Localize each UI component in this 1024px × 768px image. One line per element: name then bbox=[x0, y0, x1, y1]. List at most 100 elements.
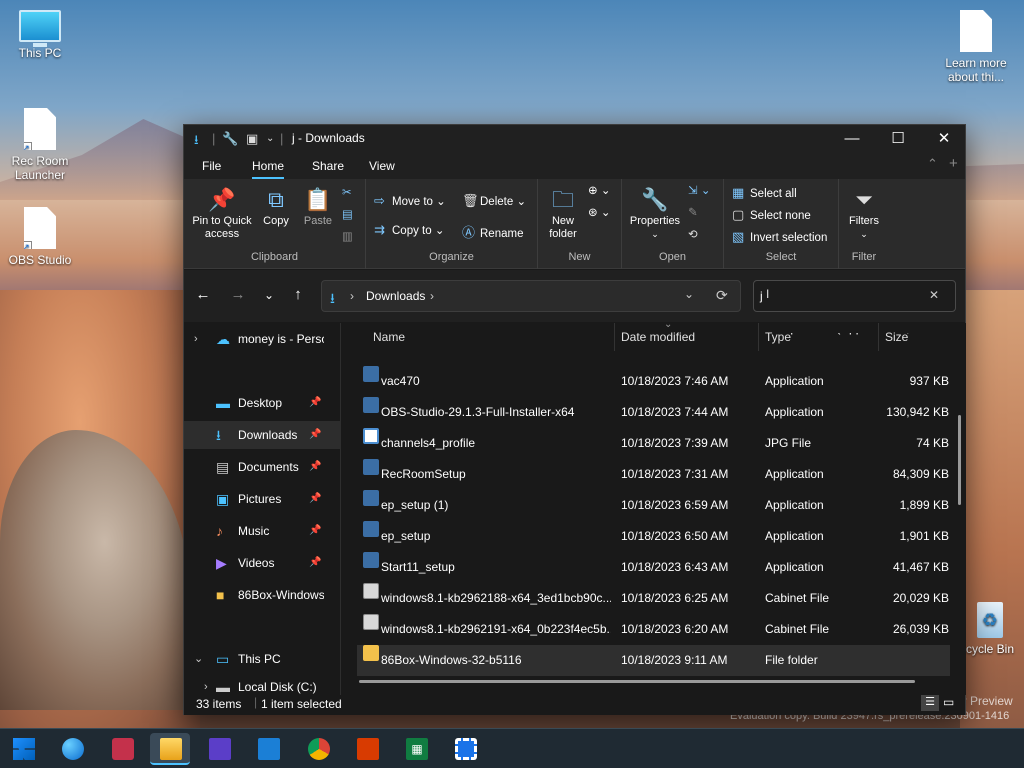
chevron-down-icon[interactable]: ⌄ bbox=[266, 133, 274, 144]
pin-to-quick-access-button[interactable]: 📌 Pin to Quick access bbox=[188, 185, 256, 241]
chevron-down-icon[interactable]: ⌄ bbox=[684, 287, 694, 301]
taskbar-edge-preview[interactable] bbox=[52, 733, 92, 765]
file-row[interactable]: windows8.1-kb2962191-x64_0b223f4ec5b... 1… bbox=[357, 614, 950, 645]
properties-label: Properties bbox=[629, 215, 681, 227]
taskbar-app-news[interactable] bbox=[102, 733, 142, 765]
edit-icon[interactable]: ✎ bbox=[688, 205, 698, 219]
history-icon[interactable]: ⟲ bbox=[688, 227, 698, 241]
horizontal-scrollbar[interactable] bbox=[359, 680, 915, 683]
tab-share[interactable]: Share bbox=[312, 159, 344, 173]
navigation-pane: › ☁ money is - Perso ▬ Desktop 📌 ⭳ Downl… bbox=[184, 323, 341, 695]
file-row[interactable]: ep_setup 10/18/2023 6:50 AM Application 1,9… bbox=[357, 521, 950, 552]
taskbar-snipping-tool[interactable] bbox=[445, 733, 485, 765]
easy-access-icon[interactable]: ⊛ ⌄ bbox=[588, 205, 610, 219]
sidebar-item-desktop[interactable]: ▬ Desktop 📌 bbox=[184, 389, 340, 417]
file-row[interactable]: ep_setup (1) 10/18/2023 6:59 AM Applicatio… bbox=[357, 490, 950, 521]
file-row[interactable]: OBS-Studio-29.1.3-Full-Installer-x64 10/1… bbox=[357, 397, 950, 428]
address-bar[interactable]: ⭳ › Downloads › ⌄ ⟳ bbox=[321, 280, 741, 312]
details-view-icon[interactable]: ☰ bbox=[921, 695, 939, 711]
cut-icon[interactable]: ✂ bbox=[342, 185, 352, 199]
chevron-down-icon[interactable]: ⌄ bbox=[194, 645, 203, 673]
copy-path-icon[interactable]: ▤ bbox=[342, 207, 353, 221]
taskbar-app-office[interactable] bbox=[347, 733, 387, 765]
desktop-icon-this-pc[interactable]: This PC bbox=[2, 10, 78, 60]
desktop-icon-learn-more[interactable]: Learn more about thi... bbox=[936, 10, 1016, 84]
tab-home[interactable]: Home bbox=[252, 159, 285, 179]
application-icon bbox=[363, 366, 379, 382]
taskbar-file-explorer[interactable] bbox=[150, 733, 190, 765]
pin-icon[interactable]: 📌 bbox=[309, 389, 321, 417]
tab-view[interactable]: View bbox=[369, 159, 395, 173]
taskbar-calculator[interactable]: ▦ bbox=[396, 733, 436, 765]
sidebar-item-label: money is - Perso bbox=[238, 332, 324, 346]
new-folder-quick-icon[interactable]: ▣ bbox=[246, 131, 258, 147]
file-row[interactable]: RecRoomSetup 10/18/2023 7:31 AM Applicatio… bbox=[357, 459, 950, 490]
desktop-icon-obs-studio[interactable]: ↗ OBS Studio bbox=[2, 207, 78, 267]
desktop-icon-recycle-bin[interactable]: ♻ cycle Bin bbox=[958, 602, 1022, 656]
breadcrumb-separator-icon[interactable]: › bbox=[430, 289, 434, 303]
sidebar-item-documents[interactable]: ▤ Documents 📌 bbox=[184, 453, 340, 481]
forward-button[interactable]: → bbox=[227, 286, 249, 303]
tab-file[interactable]: File bbox=[202, 159, 221, 173]
file-row[interactable]: vac470 10/18/2023 7:46 AM Application 937 K… bbox=[357, 366, 950, 397]
close-button[interactable]: ✕ bbox=[921, 125, 967, 153]
select-all-button[interactable]: ▦ Select all bbox=[732, 185, 797, 201]
copy-button[interactable]: ⧉ Copy bbox=[258, 185, 294, 228]
search-input[interactable]: j I ✕ bbox=[753, 280, 956, 312]
taskbar-app-store[interactable] bbox=[248, 733, 288, 765]
vertical-scrollbar[interactable] bbox=[958, 415, 961, 505]
refresh-icon[interactable]: ⟳ bbox=[716, 287, 728, 304]
file-row[interactable]: windows8.1-kb2962188-x64_3ed1bcb90c... 10… bbox=[357, 583, 950, 614]
back-button[interactable]: ← bbox=[192, 286, 214, 303]
open-group-label: Open bbox=[659, 251, 686, 263]
plus-icon[interactable]: + bbox=[949, 155, 958, 172]
delete-button[interactable]: 🗑Delete ⌄ bbox=[462, 193, 526, 209]
sidebar-item-local-disk[interactable]: › ▬ Local Disk (C:) bbox=[184, 673, 340, 695]
pin-icon[interactable]: 📌 bbox=[309, 485, 321, 513]
maximize-button[interactable]: ☐ bbox=[875, 125, 921, 153]
chevron-right-icon[interactable]: › bbox=[204, 673, 208, 695]
open-icon[interactable]: ⇲ ⌄ bbox=[688, 183, 710, 197]
new-folder-icon: 🗀 bbox=[551, 187, 574, 212]
paste-button[interactable]: 📋 Paste bbox=[300, 185, 336, 228]
file-date: 10/18/2023 6:50 AM bbox=[621, 529, 729, 543]
pin-icon[interactable]: 📌 bbox=[309, 421, 321, 449]
sidebar-item-onedrive[interactable]: › ☁ money is - Perso bbox=[184, 325, 340, 353]
sidebar-item-videos[interactable]: ▶ Videos 📌 bbox=[184, 549, 340, 577]
chevron-right-icon[interactable]: › bbox=[194, 325, 198, 353]
file-row[interactable]: channels4_profile 10/18/2023 7:39 AM JPG F… bbox=[357, 428, 950, 459]
pin-icon[interactable]: 📌 bbox=[309, 549, 321, 577]
select-none-button[interactable]: ▢ Select none bbox=[732, 207, 811, 223]
clear-search-icon[interactable]: ✕ bbox=[929, 288, 939, 302]
move-to-button[interactable]: ⇨ Move to ⌄ bbox=[374, 193, 446, 209]
desktop-icon-rec-room-launcher[interactable]: ↗ Rec Room Launcher bbox=[2, 108, 78, 182]
pictures-icon: ▣ bbox=[216, 491, 230, 507]
sidebar-item-downloads[interactable]: ⭳ Downloads 📌 bbox=[184, 421, 340, 449]
invert-selection-button[interactable]: ▧ Invert selection bbox=[732, 229, 827, 245]
filters-button[interactable]: ⏷ Filters ⌄ bbox=[843, 185, 885, 241]
up-button[interactable]: ↑ bbox=[287, 286, 309, 303]
file-row[interactable]: 86Box-Windows-32-b5116 10/18/2023 9:11 AM… bbox=[357, 645, 950, 676]
properties-icon[interactable]: 🔧 bbox=[222, 131, 238, 147]
start-button[interactable] bbox=[3, 733, 43, 765]
taskbar-app-purple[interactable] bbox=[199, 733, 239, 765]
pin-icon[interactable]: 📌 bbox=[309, 453, 321, 481]
new-folder-button[interactable]: 🗀 New folder bbox=[542, 185, 584, 241]
sidebar-item-86box[interactable]: ■ 86Box-Windows bbox=[184, 581, 340, 609]
pin-icon[interactable]: 📌 bbox=[309, 517, 321, 545]
copy-to-button[interactable]: ⇉ Copy to ⌄ bbox=[374, 222, 444, 238]
chevron-up-icon[interactable]: ⌃ bbox=[927, 156, 938, 172]
paste-shortcut-icon[interactable]: ▥ bbox=[342, 229, 353, 243]
sidebar-item-this-pc[interactable]: ⌄ ▭ This PC bbox=[184, 645, 340, 673]
file-row[interactable]: Start11_setup 10/18/2023 6:43 AM Applicati… bbox=[357, 552, 950, 583]
properties-button[interactable]: 🔧 Properties ⌄ bbox=[626, 185, 684, 241]
minimize-button[interactable]: — bbox=[829, 125, 875, 153]
sidebar-item-pictures[interactable]: ▣ Pictures 📌 bbox=[184, 485, 340, 513]
breadcrumb-downloads[interactable]: Downloads bbox=[366, 289, 425, 303]
recent-locations-button[interactable]: ⌄ bbox=[258, 288, 280, 302]
sidebar-item-music[interactable]: ♪ Music 📌 bbox=[184, 517, 340, 545]
taskbar-chrome[interactable] bbox=[298, 733, 338, 765]
rename-button[interactable]: Ⓐ Rename bbox=[462, 222, 523, 241]
large-icons-view-icon[interactable]: ▭ bbox=[943, 695, 954, 709]
new-item-icon[interactable]: ⊕ ⌄ bbox=[588, 183, 610, 197]
